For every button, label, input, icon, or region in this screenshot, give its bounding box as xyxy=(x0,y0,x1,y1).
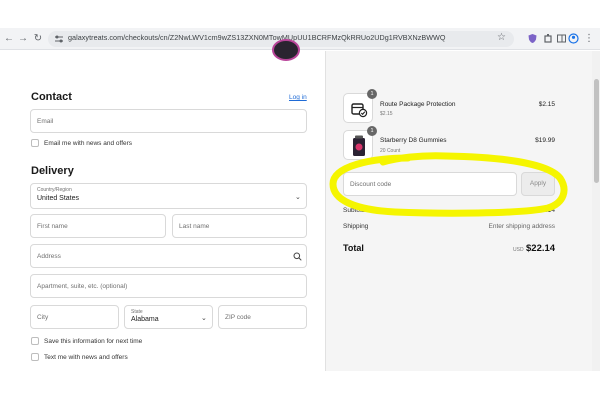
reload-icon[interactable]: ↻ xyxy=(31,32,45,46)
last-name-placeholder: Last name xyxy=(179,223,210,230)
arrow-left-icon[interactable]: ← xyxy=(2,32,16,46)
email-placeholder: Email xyxy=(37,118,54,125)
shipping-label: Shipping xyxy=(343,223,369,230)
delivery-heading: Delivery xyxy=(31,165,74,177)
email-offers-checkbox[interactable] xyxy=(31,139,39,147)
text-offers-checkbox[interactable] xyxy=(31,353,39,361)
extensions-puzzle-icon[interactable] xyxy=(543,33,554,44)
country-value: United States xyxy=(37,195,80,202)
shield-extension-icon[interactable] xyxy=(527,33,538,44)
package-protection-icon xyxy=(351,103,368,118)
save-info-label: Save this information for next time xyxy=(44,338,143,345)
site-settings-icon[interactable] xyxy=(54,34,64,44)
subtotal-label: Subtotal · 2 items xyxy=(343,207,394,214)
chevron-down-icon: ⌄ xyxy=(201,315,207,322)
item-price: $2.15 xyxy=(538,101,555,108)
last-name-field[interactable]: Last name xyxy=(172,214,307,238)
city-field[interactable]: City xyxy=(30,305,119,329)
chevron-down-icon: ⌄ xyxy=(295,194,301,201)
first-name-field[interactable]: First name xyxy=(30,214,166,238)
url-text: galaxytreats.com/checkouts/cn/Z2NwLWV1cm… xyxy=(68,33,446,42)
email-field[interactable]: Email xyxy=(30,109,307,133)
item-quantity-badge: 1 xyxy=(367,89,377,99)
search-icon xyxy=(293,252,302,261)
apply-discount-button[interactable]: Apply xyxy=(521,172,555,196)
checkout-form: Contact Log in Email Email me with news … xyxy=(0,39,325,371)
bookmark-star-icon[interactable]: ☆ xyxy=(497,32,506,43)
item-quantity-badge: 1 xyxy=(367,126,377,136)
screenshot-frame: ← → ↻ galaxytreats.com/checkouts/cn/Z2Nw… xyxy=(0,0,600,400)
country-label: Country/Region xyxy=(37,187,72,193)
email-offers-label: Email me with news and offers xyxy=(44,140,133,147)
city-placeholder: City xyxy=(37,314,49,321)
apartment-placeholder: Apartment, suite, etc. (optional) xyxy=(37,283,128,290)
contact-heading: Contact xyxy=(31,91,72,103)
more-menu-icon[interactable]: ⋮ xyxy=(582,32,596,46)
state-value: Alabama xyxy=(131,316,159,323)
store-logo xyxy=(272,39,300,61)
address-placeholder: Address xyxy=(37,253,61,260)
state-select[interactable]: State Alabama ⌄ xyxy=(124,305,213,329)
total-value: $22.14 xyxy=(526,243,556,254)
country-select[interactable]: Country/Region United States ⌄ xyxy=(30,183,307,209)
scrollbar-thumb[interactable] xyxy=(594,79,599,183)
arrow-right-icon[interactable]: → xyxy=(16,32,30,46)
currency-code: USD xyxy=(513,247,524,253)
text-offers-label: Text me with news and offers xyxy=(44,354,128,361)
discount-placeholder: Discount code xyxy=(350,181,392,188)
product-image xyxy=(353,135,365,156)
zip-field[interactable]: ZIP code xyxy=(218,305,307,329)
apartment-field[interactable]: Apartment, suite, etc. (optional) xyxy=(30,274,307,298)
item-name: Route Package Protection xyxy=(380,101,456,108)
item-subtitle: 20 Count xyxy=(380,148,401,154)
total-label: Total xyxy=(343,243,364,253)
item-subtitle: $2.15 xyxy=(380,111,393,117)
item-price: $19.99 xyxy=(535,137,555,144)
sidepanel-icon[interactable] xyxy=(556,33,567,44)
first-name-placeholder: First name xyxy=(37,223,68,230)
discount-code-field[interactable]: Discount code xyxy=(343,172,517,196)
zip-placeholder: ZIP code xyxy=(225,314,251,321)
shipping-value: Enter shipping address xyxy=(488,223,556,230)
item-name: Starberry D8 Gummies xyxy=(380,137,447,144)
subtotal-value: $22.14 xyxy=(535,207,555,214)
login-link[interactable]: Log in xyxy=(289,94,307,101)
save-info-checkbox[interactable] xyxy=(31,337,39,345)
state-label: State xyxy=(131,309,143,315)
address-field[interactable]: Address xyxy=(30,244,307,268)
checkout-page: Contact Log in Email Email me with news … xyxy=(0,39,600,371)
profile-avatar-icon[interactable] xyxy=(568,33,579,44)
browser-toolbar: ← → ↻ galaxytreats.com/checkouts/cn/Z2Nw… xyxy=(0,28,600,50)
